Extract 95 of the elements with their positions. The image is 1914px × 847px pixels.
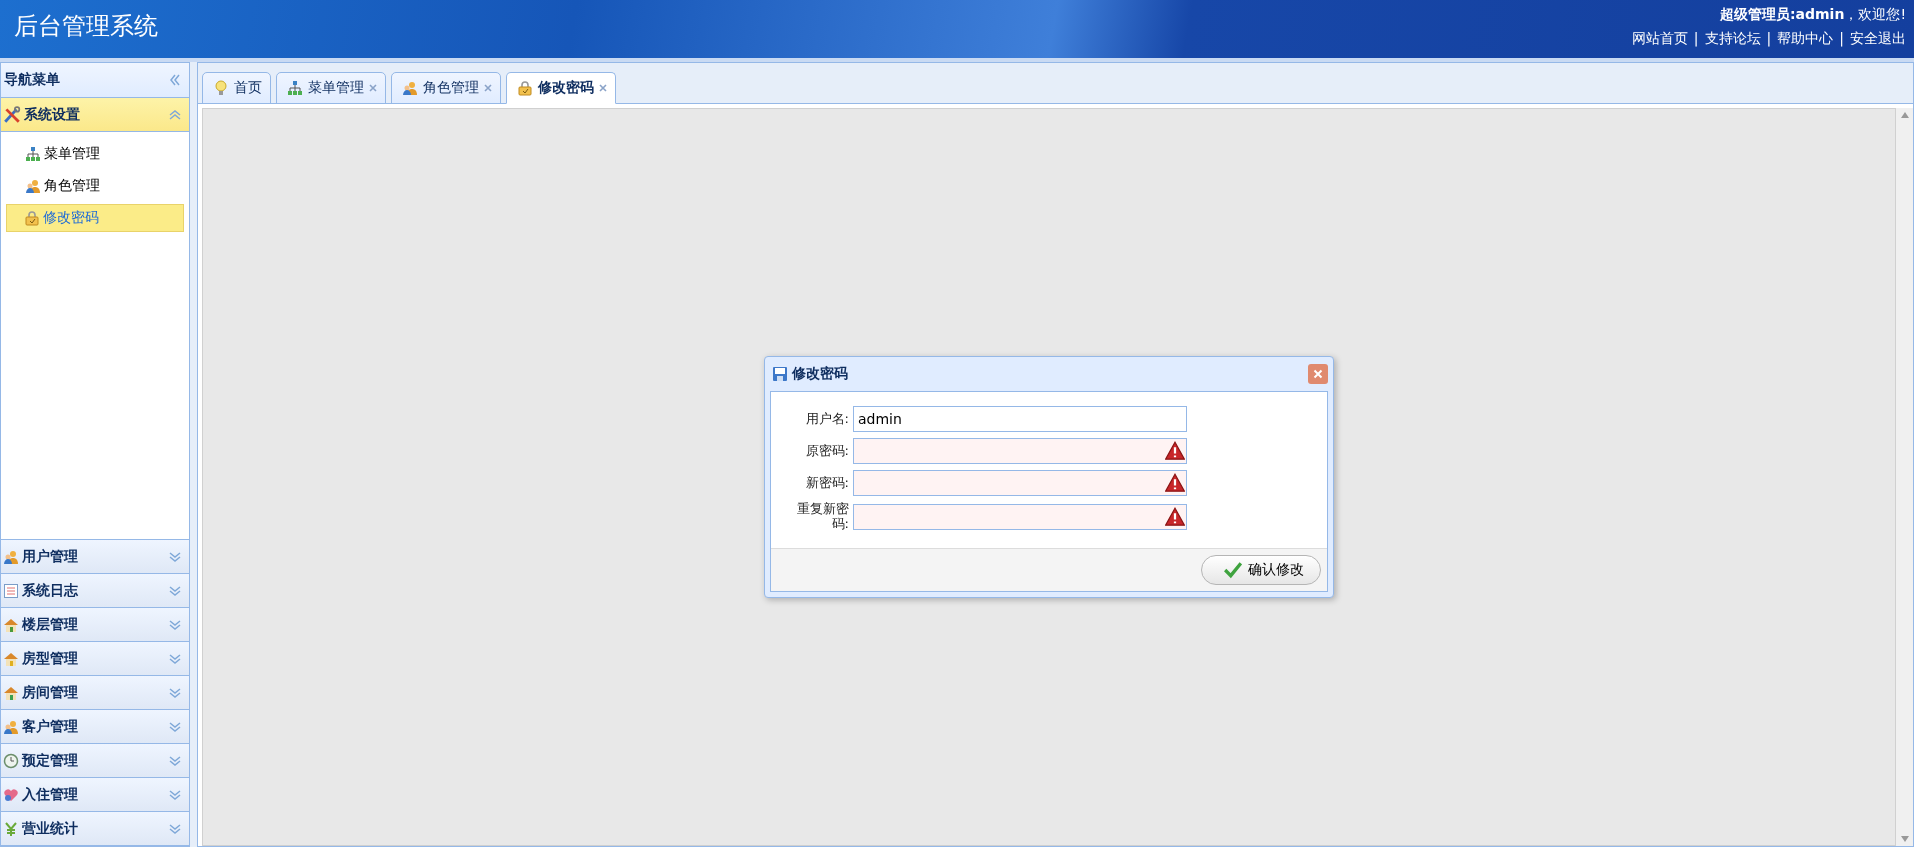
users-icon xyxy=(3,548,19,565)
sitemap-icon xyxy=(25,146,41,162)
warning-icon xyxy=(1165,441,1185,462)
menu-group-header[interactable]: 房型管理 xyxy=(1,642,189,676)
expand-icon[interactable] xyxy=(169,754,181,767)
menu-item[interactable]: 修改密码 xyxy=(6,204,184,232)
scrollbar[interactable] xyxy=(1896,108,1913,846)
clock-icon xyxy=(3,752,19,769)
welcome-text: 超级管理员:admin，欢迎您! xyxy=(1719,6,1906,24)
tab[interactable]: 首页 xyxy=(202,72,271,104)
close-icon[interactable] xyxy=(369,84,377,92)
expand-icon[interactable] xyxy=(169,618,181,631)
expand-icon[interactable] xyxy=(169,788,181,801)
menu-group-label: 楼层管理 xyxy=(22,615,79,634)
close-icon[interactable] xyxy=(484,84,492,92)
expand-icon[interactable] xyxy=(169,652,181,665)
field-label: 新密码: xyxy=(804,475,849,491)
menu-item-label: 菜单管理 xyxy=(44,145,100,163)
menu-group-header[interactable]: 用户管理 xyxy=(1,540,189,574)
warning-icon xyxy=(1165,473,1185,494)
separator: | xyxy=(1766,30,1772,48)
warning-icon xyxy=(1165,507,1185,527)
menu-group-header[interactable]: 房间管理 xyxy=(1,676,189,710)
tab-label: 角色管理 xyxy=(423,79,479,97)
expand-icon[interactable] xyxy=(169,550,181,563)
input-field[interactable] xyxy=(853,438,1187,465)
hearts-icon xyxy=(3,786,19,803)
expand-icon[interactable] xyxy=(169,822,181,835)
menu-group-header[interactable]: 楼层管理 xyxy=(1,608,189,642)
tab-label: 菜单管理 xyxy=(308,79,364,97)
confirm-button[interactable]: 确认修改 xyxy=(1201,554,1321,585)
checkmark-icon xyxy=(1224,560,1242,579)
menu-group-label: 入住管理 xyxy=(22,785,79,804)
header-link[interactable]: 安全退出 xyxy=(1850,30,1906,48)
menu-group-label: 预定管理 xyxy=(22,751,79,770)
close-icon xyxy=(1313,369,1323,380)
lock-icon xyxy=(24,210,40,226)
field-label: 原密码: xyxy=(804,443,849,459)
sitemap-icon xyxy=(287,80,303,96)
close-button[interactable] xyxy=(1308,364,1328,385)
scroll-up-icon[interactable] xyxy=(1900,112,1909,118)
users-icon xyxy=(3,718,19,735)
menu-item-label: 修改密码 xyxy=(43,209,99,227)
sidebar-title: 导航菜单 xyxy=(4,71,60,89)
menu-group-label: 客户管理 xyxy=(22,717,79,736)
input-field[interactable] xyxy=(853,470,1187,497)
expand-icon[interactable] xyxy=(169,686,181,699)
collapse-icon[interactable] xyxy=(169,108,181,121)
menu-item[interactable]: 角色管理 xyxy=(6,172,184,200)
save-icon xyxy=(772,366,788,383)
menu-group-label: 用户管理 xyxy=(22,547,79,566)
header-link[interactable]: 帮助中心 xyxy=(1777,30,1834,48)
menu-item[interactable]: 菜单管理 xyxy=(6,140,184,168)
users-icon xyxy=(402,80,418,96)
lock-icon xyxy=(517,80,533,96)
menu-group-label: 系统设置 xyxy=(24,105,81,124)
tab-label: 首页 xyxy=(234,79,262,97)
collapse-sidebar-icon[interactable] xyxy=(169,74,181,86)
header-link[interactable]: 网站首页 xyxy=(1631,30,1688,48)
menu-group-label: 系统日志 xyxy=(22,581,79,600)
menu-group-header[interactable]: 入住管理 xyxy=(1,778,189,812)
tab[interactable]: 角色管理 xyxy=(391,72,501,104)
log-icon xyxy=(3,582,19,599)
menu-group-header[interactable]: 预定管理 xyxy=(1,744,189,778)
tab[interactable]: 修改密码 xyxy=(506,72,616,104)
yen-icon xyxy=(3,820,19,837)
menu-item-label: 角色管理 xyxy=(44,177,100,195)
house-icon xyxy=(3,684,19,701)
expand-icon[interactable] xyxy=(169,720,181,733)
close-icon[interactable] xyxy=(599,84,607,92)
scroll-down-icon[interactable] xyxy=(1900,836,1909,842)
separator: | xyxy=(1839,30,1844,48)
tab-label: 修改密码 xyxy=(538,79,594,97)
header-link[interactable]: 支持论坛 xyxy=(1704,30,1761,48)
menu-group-label: 营业统计 xyxy=(22,819,79,838)
users-icon xyxy=(25,178,41,194)
menu-group-label: 房型管理 xyxy=(22,649,79,668)
menu-group-label: 房间管理 xyxy=(22,683,79,702)
lightbulb-icon xyxy=(213,80,229,96)
field-label: 重复新密码: xyxy=(796,502,849,532)
menu-group-header[interactable]: 系统日志 xyxy=(1,574,189,608)
menu-group-header[interactable]: 营业统计 xyxy=(1,812,189,846)
input-field[interactable]: admin xyxy=(853,406,1187,433)
house-icon xyxy=(3,616,19,633)
dialog-title: 修改密码 xyxy=(792,365,849,384)
field-label: 用户名: xyxy=(804,411,849,427)
separator: | xyxy=(1693,30,1699,48)
expand-icon[interactable] xyxy=(169,584,181,597)
house-icon xyxy=(3,650,19,667)
menu-group-header[interactable]: 客户管理 xyxy=(1,710,189,744)
app-title: 后台管理系统 xyxy=(13,11,158,42)
menu-group-header[interactable]: 系统设置 xyxy=(1,98,189,132)
tab[interactable]: 菜单管理 xyxy=(276,72,386,104)
tools-icon xyxy=(3,105,21,124)
input-field[interactable] xyxy=(853,504,1187,530)
